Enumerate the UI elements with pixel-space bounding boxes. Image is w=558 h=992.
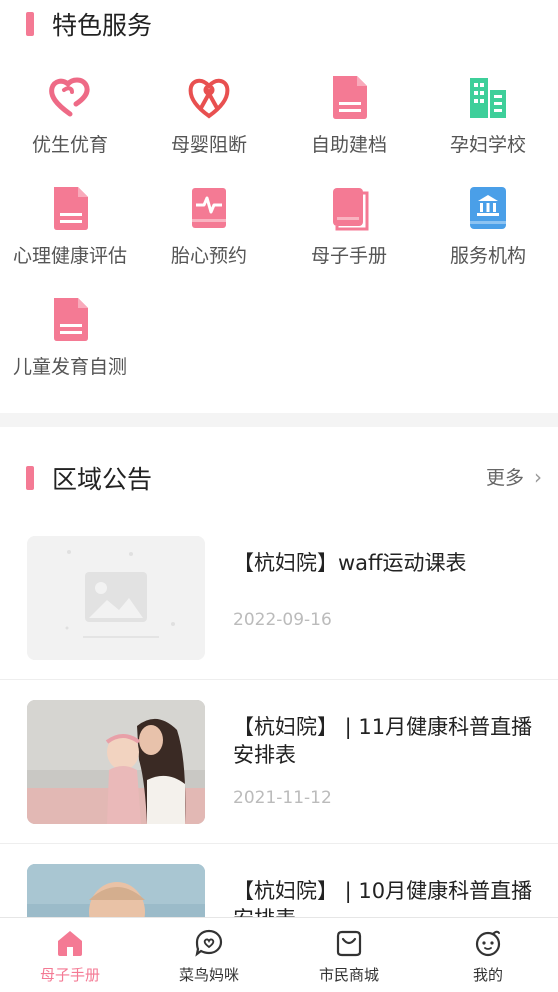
heartbeat-icon xyxy=(192,188,226,228)
service-label: 服务机构 xyxy=(449,245,526,267)
tab-label: 菜鸟妈咪 xyxy=(178,966,239,984)
service-item-fuwujigou[interactable]: 服务机构 xyxy=(418,171,558,281)
tab-muzishouce[interactable]: 母子手册 xyxy=(0,918,140,992)
service-label: 优生优育 xyxy=(31,134,108,156)
home-icon xyxy=(58,931,82,956)
service-label: 胎心预约 xyxy=(170,245,247,267)
mother-baby-photo xyxy=(27,700,205,824)
building-icon xyxy=(470,78,506,118)
service-label: 孕妇学校 xyxy=(449,134,526,156)
service-item-yunfuxuexiao[interactable]: 孕妇学校 xyxy=(418,60,558,170)
section-accent-bar xyxy=(26,466,34,490)
service-item-ertongfayu[interactable]: 儿童发育自测 xyxy=(0,282,140,392)
heart-ribbon-icon xyxy=(49,77,90,117)
document-icon xyxy=(54,298,88,341)
notice-item[interactable]: 【杭妇院】waff运动课表 2022-09-16 xyxy=(0,516,558,680)
tab-shiminshangcheng[interactable]: 市民商城 xyxy=(279,918,419,992)
notice-thumbnail-photo xyxy=(27,864,205,917)
more-label: 更多 xyxy=(485,467,524,489)
more-link[interactable]: 更多 › xyxy=(486,463,542,490)
tab-label: 市民商城 xyxy=(318,966,379,984)
notice-item[interactable]: 【杭妇院】 | 10月健康科普直播安排表 xyxy=(0,844,558,917)
book-icon xyxy=(333,188,369,231)
service-item-zizhujiandang[interactable]: 自助建档 xyxy=(279,60,419,170)
chevron-right-icon: › xyxy=(534,464,542,489)
notice-title: 【杭妇院】 | 11月健康科普直播安排表 xyxy=(233,715,533,767)
chat-heart-icon xyxy=(195,929,223,957)
notices-title: 区域公告 xyxy=(52,465,153,494)
image-placeholder-icon xyxy=(27,536,205,660)
shopping-bag-icon xyxy=(336,930,362,957)
notice-title: 【杭妇院】 | 10月健康科普直播安排表 xyxy=(233,879,533,917)
document-icon xyxy=(333,76,367,119)
tab-label: 我的 xyxy=(472,966,503,984)
document-icon xyxy=(54,187,88,230)
ribbon-heart-icon xyxy=(188,78,230,119)
tab-cainiaomami[interactable]: 菜鸟妈咪 xyxy=(139,918,279,992)
notices-section: 区域公告 更多 › 【杭妇院】waff运动课表 2022-09-16 【杭妇院】… xyxy=(0,427,558,917)
notice-date: 2022-09-16 xyxy=(233,610,332,630)
service-label: 自助建档 xyxy=(310,134,387,156)
notices-header: 区域公告 xyxy=(0,460,152,496)
service-label: 母婴阻断 xyxy=(170,134,247,156)
service-item-muyingzuduan[interactable]: 母婴阻断 xyxy=(139,60,279,170)
featured-services-section: 特色服务 优生优育 母婴阻断 自助建档 孕妇学校 心理健康评估 胎心预约 母子手… xyxy=(0,0,558,413)
notice-date: 2021-11-12 xyxy=(233,788,332,808)
service-label: 心理健康评估 xyxy=(12,245,127,267)
service-item-muzishouce[interactable]: 母子手册 xyxy=(279,171,419,281)
notice-title: 【杭妇院】waff运动课表 xyxy=(233,551,467,575)
featured-header: 特色服务 xyxy=(0,6,152,42)
face-icon xyxy=(475,930,501,957)
service-label: 儿童发育自测 xyxy=(12,356,127,378)
tab-label: 母子手册 xyxy=(39,966,100,984)
service-item-youshengyouyu[interactable]: 优生优育 xyxy=(0,60,140,170)
notice-thumbnail-placeholder xyxy=(27,536,205,660)
baby-photo xyxy=(27,864,205,917)
tab-wode[interactable]: 我的 xyxy=(418,918,558,992)
notice-thumbnail-photo xyxy=(27,700,205,824)
featured-title: 特色服务 xyxy=(52,11,153,40)
institution-icon xyxy=(470,187,506,229)
section-accent-bar xyxy=(26,12,34,36)
service-label: 母子手册 xyxy=(310,245,387,267)
service-item-taixinyuyue[interactable]: 胎心预约 xyxy=(139,171,279,281)
service-item-xinlijiankang[interactable]: 心理健康评估 xyxy=(0,171,140,281)
notice-item[interactable]: 【杭妇院】 | 11月健康科普直播安排表 2021-11-12 xyxy=(0,680,558,844)
bottom-tab-bar: 母子手册 菜鸟妈咪 市民商城 我的 xyxy=(0,917,558,992)
